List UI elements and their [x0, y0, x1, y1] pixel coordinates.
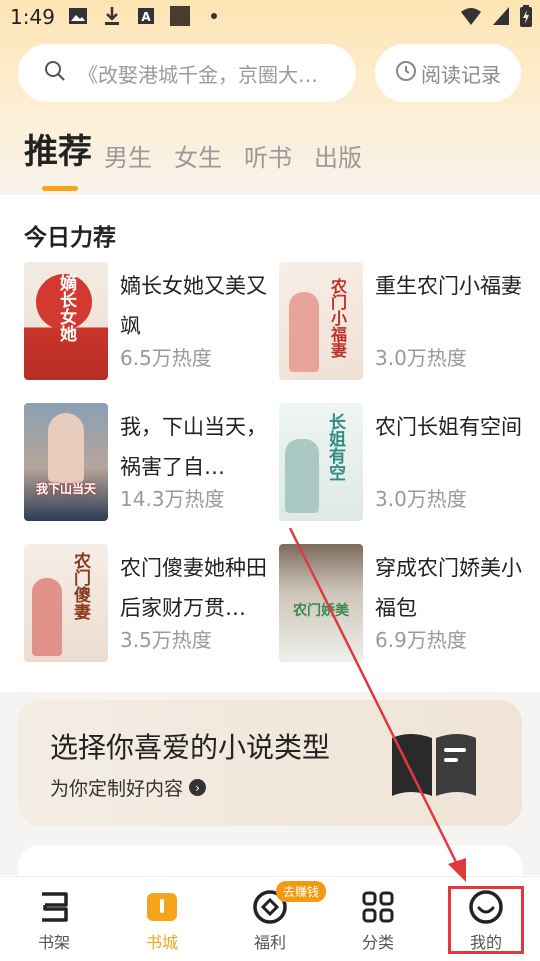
section-title: 今日力荐	[24, 225, 116, 251]
clock-icon	[395, 60, 417, 87]
book-heat: 6.5万热度	[120, 346, 212, 370]
open-book-icon	[388, 730, 478, 796]
annotation-highlight-box	[448, 886, 524, 954]
book-item[interactable]: 农门傻妻 农门傻妻她种田后家财万贯… 3.5万热度	[24, 544, 274, 664]
book-item[interactable]: 农门小福妻 重生农门小福妻 3.0万热度	[279, 262, 529, 382]
cover-title: 农门娇美	[293, 603, 349, 619]
nav-category-label: 分类	[361, 933, 394, 952]
book-cover: 嫡长女她	[24, 262, 108, 380]
tab-recommend-label: 推荐	[24, 132, 92, 172]
book-item[interactable]: 农门娇美 穿成农门娇美小福包 6.9万热度	[279, 544, 529, 664]
nav-welfare-label: 福利	[253, 933, 286, 952]
book-cover: 我下山当天	[24, 403, 108, 521]
nav-category[interactable]: 分类	[324, 877, 432, 961]
cover-title: 嫡长女她	[56, 274, 76, 342]
image-icon	[68, 6, 88, 26]
banner-subtitle-text: 为你定制好内容	[50, 778, 184, 800]
category-tabs: 推荐 男生 女生 听书 出版	[24, 124, 384, 191]
book-item[interactable]: 嫡长女她 嫡长女她又美又飒 6.5万热度	[24, 262, 274, 382]
square-icon	[170, 6, 190, 26]
cover-figure	[32, 578, 62, 656]
book-cover: 农门娇美	[279, 544, 363, 662]
tab-male[interactable]: 男生	[104, 138, 152, 183]
cover-title: 农门傻妻	[70, 552, 90, 620]
notification-icons: A	[68, 6, 224, 26]
wifi-icon	[460, 6, 482, 30]
tab-published[interactable]: 出版	[314, 138, 362, 183]
active-tab-indicator	[42, 186, 78, 191]
search-input[interactable]: 《改娶港城千金，京圈大…	[18, 44, 356, 102]
book-title: 我，下山当天，祸害了自…	[120, 415, 267, 479]
svg-text:A: A	[141, 10, 151, 24]
search-icon	[44, 60, 66, 86]
book-heat: 14.3万热度	[120, 487, 225, 511]
search-placeholder: 《改娶港城千金，京圈大…	[78, 62, 318, 87]
cover-title: 长姐有空	[325, 413, 345, 481]
cover-title: 农门小福妻	[328, 278, 347, 358]
nav-bookstore[interactable]: 书城	[108, 877, 216, 961]
book-item[interactable]: 我下山当天 我，下山当天，祸害了自… 14.3万热度	[24, 403, 274, 523]
book-heat: 3.5万热度	[120, 628, 212, 652]
book-cover: 长姐有空	[279, 403, 363, 521]
category-icon	[360, 889, 396, 925]
cover-figure	[48, 413, 84, 483]
cover-figure	[289, 292, 319, 372]
nav-bookstore-label: 书城	[145, 933, 178, 952]
book-heat: 3.0万热度	[375, 487, 467, 511]
nav-bookshelf[interactable]: 书架	[0, 877, 108, 961]
cover-title: 我下山当天	[35, 482, 96, 496]
cover-figure	[285, 439, 319, 513]
banner-subtitle: 为你定制好内容 ›	[50, 774, 207, 801]
book-title: 农门傻妻她种田后家财万贯…	[120, 556, 267, 620]
nav-bookshelf-label: 书架	[37, 933, 70, 952]
dot-icon	[204, 6, 224, 26]
earn-money-badge: 去赚钱	[276, 881, 327, 902]
nav-welfare[interactable]: 福利 去赚钱	[216, 877, 327, 961]
book-title: 穿成农门娇美小福包	[375, 556, 522, 620]
book-title: 重生农门小福妻	[375, 274, 522, 298]
banner-title: 选择你喜爱的小说类型	[50, 731, 331, 764]
bookshelf-icon	[36, 889, 72, 925]
battery-icon	[520, 5, 532, 31]
arrow-right-icon: ›	[189, 779, 207, 796]
reading-history-label: 阅读记录	[421, 62, 501, 87]
genre-preference-banner[interactable]: 选择你喜爱的小说类型 为你定制好内容 ›	[18, 700, 522, 826]
tab-recommend[interactable]: 推荐	[24, 124, 92, 191]
reading-history-button[interactable]: 阅读记录	[375, 44, 521, 102]
book-heat: 3.0万热度	[375, 346, 467, 370]
signal-icon	[492, 6, 510, 30]
status-bar: 1:49 A	[0, 0, 540, 36]
book-cover: 农门傻妻	[24, 544, 108, 662]
system-icons	[460, 5, 532, 31]
book-title: 农门长姐有空间	[375, 415, 522, 439]
bookstore-icon	[144, 889, 180, 925]
book-item[interactable]: 长姐有空 农门长姐有空间 3.0万热度	[279, 403, 529, 523]
a-box-icon: A	[136, 6, 156, 26]
book-cover: 农门小福妻	[279, 262, 363, 380]
tab-female[interactable]: 女生	[174, 138, 222, 183]
download-icon	[102, 6, 122, 26]
status-time: 1:49	[10, 5, 55, 29]
book-heat: 6.9万热度	[375, 628, 467, 652]
tab-audiobook[interactable]: 听书	[244, 138, 292, 183]
book-title: 嫡长女她又美又飒	[120, 274, 267, 338]
